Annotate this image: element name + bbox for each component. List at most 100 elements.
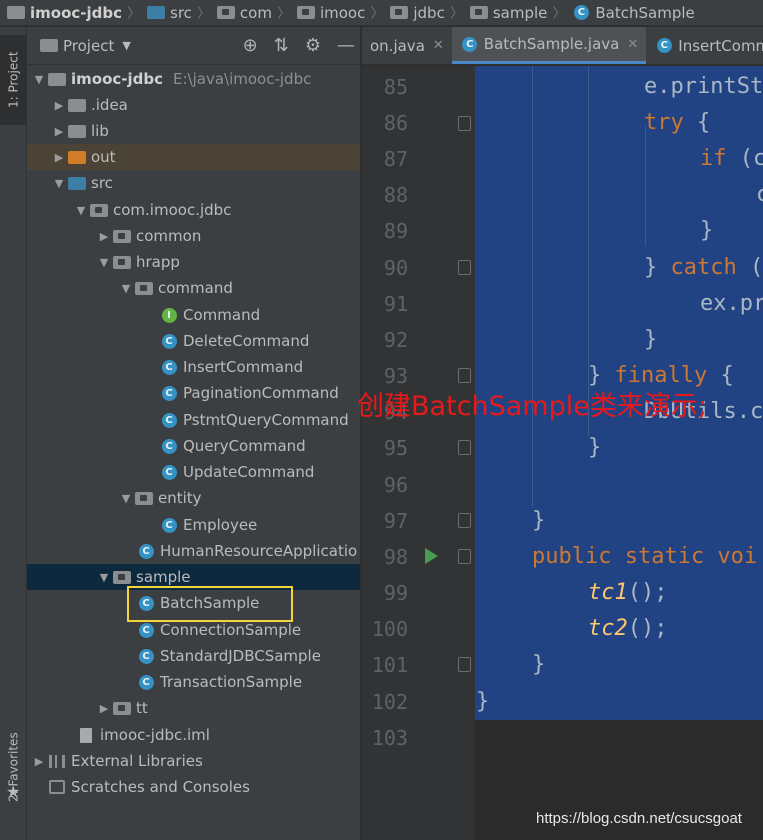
fold-marker-icon[interactable]: [458, 116, 471, 131]
chevron-down-icon: ▼: [122, 39, 131, 52]
breadcrumb-item-src[interactable]: src 〉: [146, 3, 216, 23]
gear-icon[interactable]: ⚙: [305, 35, 321, 56]
expand-down-icon[interactable]: ▼: [96, 571, 112, 584]
tree-item-class[interactable]: C QueryCommand: [27, 433, 306, 459]
close-icon[interactable]: ✕: [627, 37, 638, 52]
tree-item-class[interactable]: C StandardJDBCSample: [27, 643, 321, 669]
editor-gutter: 85 86 87 88 89 90 91 92 93 94 95 96 97 9…: [362, 66, 475, 840]
breadcrumb-item-jdbc[interactable]: jdbc 〉: [389, 3, 468, 23]
tree-item-class[interactable]: C UpdateCommand: [27, 459, 314, 485]
tree-item-external-libraries[interactable]: ▶ External Libraries: [27, 748, 203, 774]
tree-item-class[interactable]: I Command: [27, 302, 260, 328]
line-number: 86: [383, 111, 408, 135]
tree-item-src[interactable]: ▼ src: [27, 170, 113, 196]
expand-right-icon[interactable]: ▶: [96, 702, 112, 715]
fold-marker-icon[interactable]: [458, 368, 471, 383]
close-icon[interactable]: ✕: [433, 38, 444, 53]
breadcrumb-item-com[interactable]: com 〉: [216, 3, 296, 23]
expand-right-icon[interactable]: ▶: [96, 230, 112, 243]
expand-right-icon[interactable]: ▶: [31, 755, 47, 768]
fold-marker-icon[interactable]: [458, 657, 471, 672]
code-line: if (c: [700, 146, 763, 171]
project-view-selector[interactable]: Project ▼: [39, 37, 131, 55]
package-icon: [216, 5, 236, 21]
hide-panel-icon[interactable]: —: [337, 35, 355, 56]
editor-tab-active[interactable]: C BatchSample.java ✕: [451, 27, 647, 64]
tree-item-common[interactable]: ▶ common: [27, 223, 202, 249]
tree-item-class[interactable]: C PstmtQueryCommand: [27, 407, 349, 433]
source-folder-icon: [67, 175, 87, 191]
line-number: 101: [371, 653, 408, 677]
tree-item-idea[interactable]: ▶ .idea: [27, 92, 128, 118]
class-icon: C: [159, 333, 179, 349]
fold-marker-icon[interactable]: [458, 260, 471, 275]
expand-down-icon[interactable]: ▼: [96, 256, 112, 269]
line-number: 103: [371, 726, 408, 750]
tree-item-scratches[interactable]: Scratches and Consoles: [27, 774, 250, 800]
folder-icon: [146, 5, 166, 21]
locate-icon[interactable]: ⊕: [243, 35, 258, 56]
tree-item-class[interactable]: C DeleteCommand: [27, 328, 309, 354]
breadcrumb-item-root[interactable]: imooc-jdbc 〉: [6, 3, 146, 23]
tree-item-sample[interactable]: ▼ sample: [27, 564, 360, 590]
code-line: ex.pr: [700, 291, 763, 316]
code-line: }: [532, 508, 546, 533]
tree-item-class[interactable]: C TransactionSample: [27, 669, 302, 695]
package-icon: [112, 569, 132, 585]
runnable-class-icon: C: [136, 622, 156, 638]
tree-item-package[interactable]: ▼ com.imooc.jdbc: [27, 197, 232, 223]
run-icon[interactable]: [425, 548, 438, 564]
code-line: }: [700, 218, 714, 243]
tree-item-class[interactable]: C BatchSample: [27, 590, 259, 616]
editor-tab[interactable]: C InsertComman: [646, 27, 763, 64]
tree-item-class[interactable]: C Employee: [27, 512, 257, 538]
expand-right-icon[interactable]: ▶: [51, 151, 67, 164]
code-line: try {: [644, 110, 711, 135]
scratches-icon: [47, 779, 67, 795]
expand-down-icon[interactable]: ▼: [31, 73, 47, 86]
project-view-icon: [39, 38, 59, 54]
tree-item-class[interactable]: C HumanResourceApplicatio: [27, 538, 357, 564]
code-line: }: [588, 435, 602, 460]
code-line: tc1();: [588, 580, 668, 605]
breadcrumb-item-imooc[interactable]: imooc 〉: [296, 3, 389, 23]
expand-down-icon[interactable]: ▼: [73, 204, 89, 217]
tree-item-iml[interactable]: imooc-jdbc.iml: [27, 722, 210, 748]
fold-marker-icon[interactable]: [458, 440, 471, 455]
tree-item-out[interactable]: ▶ out: [27, 144, 360, 170]
tree-item-tt[interactable]: ▶ tt: [27, 695, 148, 721]
code-line: } catch (: [644, 255, 763, 280]
code-line: tc2();: [588, 616, 668, 641]
breadcrumb-item-sample[interactable]: sample 〉: [469, 3, 572, 23]
code-line: }: [532, 652, 546, 677]
breadcrumb-item-batchsample[interactable]: C BatchSample: [571, 4, 695, 22]
collapse-all-icon[interactable]: ⇅: [274, 35, 289, 56]
code-editor[interactable]: e.printSt try { if (c c } } catch ( ex.p…: [475, 66, 763, 840]
editor-tab[interactable]: on.java ✕: [362, 27, 452, 64]
expand-down-icon[interactable]: ▼: [51, 177, 67, 190]
line-number: 102: [371, 690, 408, 714]
line-number: 91: [383, 292, 408, 316]
tool-tab-project[interactable]: 1: Project: [0, 35, 27, 125]
file-icon: [76, 727, 96, 743]
class-icon: C: [571, 5, 591, 21]
tree-item-class[interactable]: C InsertCommand: [27, 354, 303, 380]
fold-marker-icon[interactable]: [458, 513, 471, 528]
runnable-class-icon: C: [136, 543, 156, 559]
tree-item-class[interactable]: C ConnectionSample: [27, 617, 301, 643]
expand-right-icon[interactable]: ▶: [51, 125, 67, 138]
fold-marker-icon[interactable]: [458, 549, 471, 564]
tree-item-entity[interactable]: ▼ entity: [27, 485, 202, 511]
tree-item-command[interactable]: ▼ command: [27, 275, 233, 301]
tree-item-root[interactable]: ▼ imooc-jdbc E:\java\imooc-jdbc: [27, 66, 312, 92]
tree-item-class[interactable]: C PaginationCommand: [27, 380, 339, 406]
tree-item-hrapp[interactable]: ▼ hrapp: [27, 249, 180, 275]
tree-item-lib[interactable]: ▶ lib: [27, 118, 109, 144]
expand-down-icon[interactable]: ▼: [118, 282, 134, 295]
watermark-text: https://blog.csdn.net/csucsgoat: [536, 810, 742, 827]
runnable-class-icon: C: [136, 674, 156, 690]
project-panel: Project ▼ ⊕ ⇅ ⚙ — ▼ imooc-jdbc E:\java\i…: [27, 27, 361, 840]
expand-right-icon[interactable]: ▶: [51, 99, 67, 112]
package-icon: [389, 5, 409, 21]
expand-down-icon[interactable]: ▼: [118, 492, 134, 505]
